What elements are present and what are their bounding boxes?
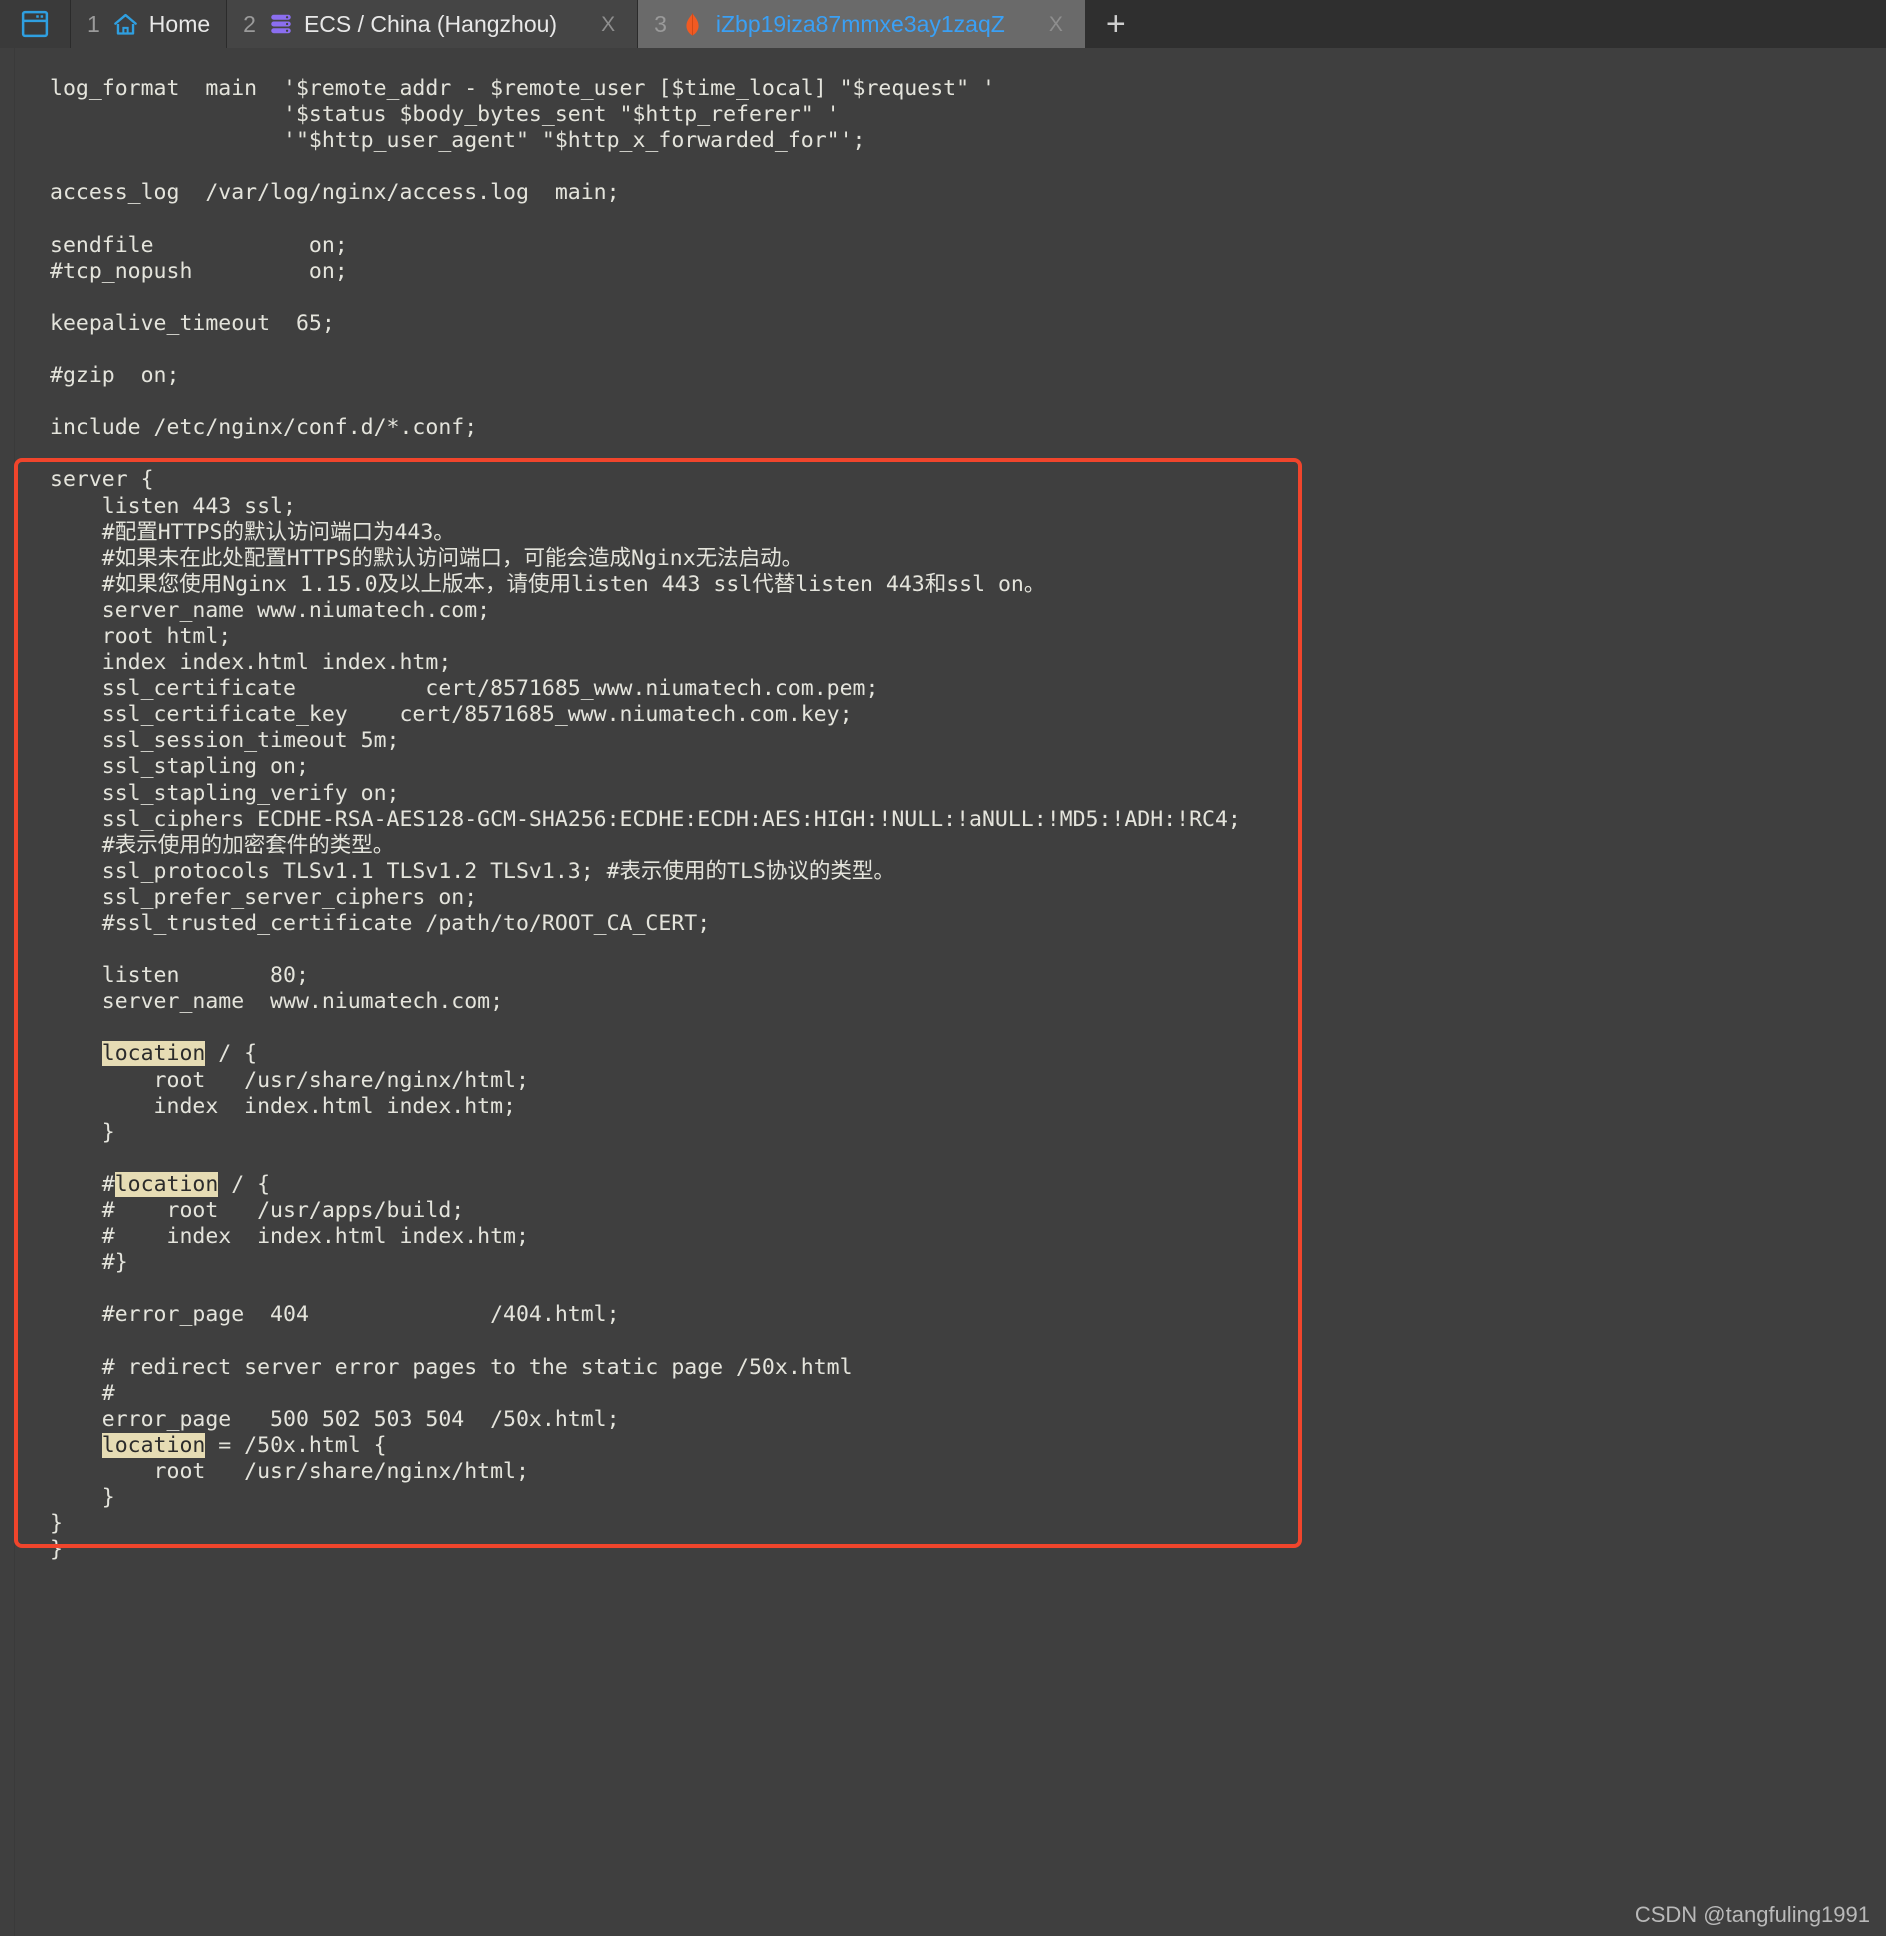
watermark: CSDN @tangfuling1991 xyxy=(1634,1902,1870,1927)
tab-bar-filler xyxy=(1146,0,1886,48)
tab-index: 3 xyxy=(654,10,667,37)
tab-label: Home xyxy=(148,10,211,37)
tab-label: ECS / China (Hangzhou) xyxy=(303,10,558,37)
tab-close-button[interactable]: X xyxy=(1043,14,1069,35)
terminal-pane[interactable]: log_format main '$remote_addr - $remote_… xyxy=(0,48,1886,1936)
new-tab-button[interactable]: + xyxy=(1084,0,1147,48)
tab-ecs-china-hangzhou[interactable]: 2 ECS / China (Hangzhou) X xyxy=(226,0,638,48)
nginx-config-text[interactable]: log_format main '$remote_addr - $remote_… xyxy=(0,48,1886,1563)
tab-bar: 1 Home 2 ECS / China (Hangzhou) X 3 iZbp… xyxy=(0,0,1886,48)
tab-index: 1 xyxy=(87,10,100,37)
terminal-left-gutter xyxy=(0,48,15,1936)
app-logo xyxy=(0,0,70,48)
tab-close-button[interactable]: X xyxy=(595,14,621,35)
terminal-app-icon xyxy=(20,9,50,39)
tab-index: 2 xyxy=(243,10,256,37)
tab-label: iZbp19iza87mmxe3ay1zaqZ xyxy=(715,10,1005,37)
home-icon xyxy=(112,11,139,38)
tab-home[interactable]: 1 Home xyxy=(70,0,227,48)
tab-izbp19iza87mmxe3ay1zaqz[interactable]: 3 iZbp19iza87mmxe3ay1zaqZ X xyxy=(637,0,1085,48)
server-stack-icon xyxy=(268,11,294,37)
alibaba-cloud-icon xyxy=(679,11,706,38)
